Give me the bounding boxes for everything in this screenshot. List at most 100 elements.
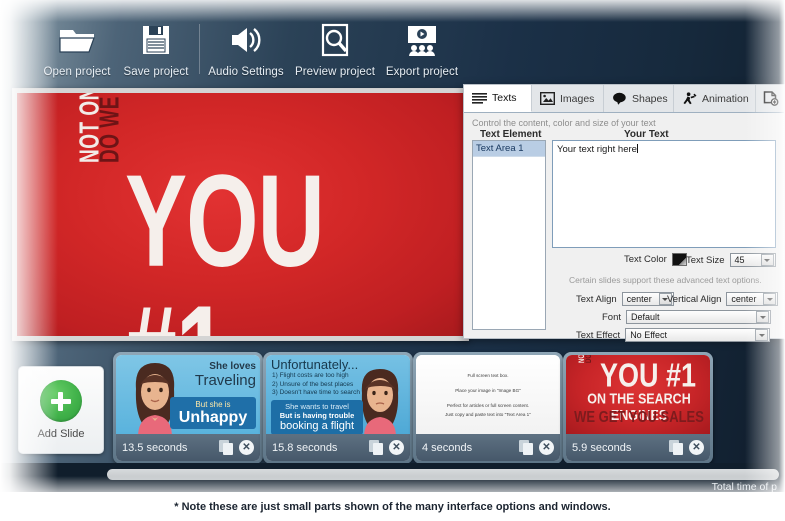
tab-images[interactable]: Images <box>532 85 604 112</box>
text-size-select[interactable]: 45 <box>729 253 776 267</box>
slide-2-list-item-1: 1) Flight costs are too high <box>272 372 349 379</box>
vertical-align-select[interactable]: center <box>726 292 779 306</box>
text-align-value: center <box>626 294 652 304</box>
delete-x-icon[interactable]: ✕ <box>689 440 704 455</box>
slide-thumbnail-4[interactable]: NOT ONLY DO WE GET YOU #1 ON THE SEARCH … <box>563 352 713 464</box>
tab-images-label: Images <box>560 92 595 105</box>
duplicate-icon[interactable] <box>519 440 534 455</box>
duplicate-icon[interactable] <box>369 440 384 455</box>
slide-1-duration: 13.5 seconds <box>122 441 188 454</box>
delete-x-icon[interactable]: ✕ <box>239 440 254 455</box>
chevron-down-icon[interactable] <box>756 311 770 323</box>
text-content-textarea[interactable]: Your text right here <box>552 140 776 248</box>
export-project-label: Export project <box>385 66 459 78</box>
slide-2-list-item-2: 2) Unsure of the best places <box>272 380 354 388</box>
text-properties-panel: Texts Images Shapes Animation Control th… <box>463 84 785 342</box>
list-item[interactable]: Text Area 1 <box>473 141 545 157</box>
slide-1-callout: But she is Unhappy <box>170 397 256 429</box>
slide-2-list-item-3: 3) Doesn't have time to search <box>272 389 360 396</box>
preview-project-button[interactable]: Preview project <box>288 20 382 78</box>
floppy-disk-icon <box>109 20 203 64</box>
slide-4-vertical-line-2: DO WE GET <box>586 355 596 363</box>
slide-2-list: 1) Flight costs are too high 2) Unsure o… <box>272 372 360 398</box>
slide-4-footer: 5.9 seconds ✕ <box>566 434 710 461</box>
text-align-select[interactable]: center <box>621 292 674 306</box>
duplicate-icon[interactable] <box>219 440 234 455</box>
text-effect-control[interactable]: Text Effect No Effect <box>576 328 771 342</box>
slide-2-title: Unfortunately... <box>271 357 359 372</box>
delete-x-icon[interactable]: ✕ <box>539 440 554 455</box>
slide-2-box-line-3: booking a flight <box>280 420 354 432</box>
slide-4-vertical-text: NOT ONLY DO WE GET <box>579 355 596 363</box>
preview-project-label: Preview project <box>294 66 376 78</box>
slide-1-artwork: She loves Traveling But she is Unhappy <box>116 355 260 434</box>
text-element-list[interactable]: Text Area 1 <box>472 140 546 330</box>
vertical-align-value: center <box>731 294 757 304</box>
tab-texts[interactable]: Texts <box>464 85 532 112</box>
add-slide-label: Add Slide <box>37 428 85 440</box>
slide-preview-stage[interactable]: NOT ONLY DO WE GET YOU #1 <box>12 88 469 341</box>
font-label: Font <box>602 311 622 323</box>
vertical-align-control[interactable]: Vertical Align center <box>667 292 779 306</box>
slide-1-line-2: Traveling <box>194 372 256 389</box>
slide-4-artwork: NOT ONLY DO WE GET YOU #1 ON THE SEARCH … <box>566 355 710 434</box>
vertical-align-label: Vertical Align <box>667 293 722 305</box>
panel-tab-bar: Texts Images Shapes Animation <box>464 85 784 113</box>
slide-thumbnail-2[interactable]: Unfortunately... 1) Flight costs are too… <box>263 352 413 464</box>
font-select[interactable]: Default <box>626 310 772 324</box>
text-size-control[interactable]: Text Size 45 <box>686 253 776 267</box>
slide-3-duration: 4 seconds <box>422 441 473 454</box>
tab-shapes[interactable]: Shapes <box>604 85 674 112</box>
chevron-down-icon[interactable] <box>760 254 774 266</box>
current-slide-canvas[interactable]: NOT ONLY DO WE GET YOU #1 <box>17 93 464 336</box>
chevron-down-icon[interactable] <box>755 329 769 341</box>
slide-2-box-line-1: She wants to travel <box>285 402 349 411</box>
duplicate-icon[interactable] <box>669 440 684 455</box>
delete-x-icon[interactable]: ✕ <box>389 440 404 455</box>
footer-caption-area: * Note these are just small parts shown … <box>0 492 785 521</box>
total-time-label: Total time of p <box>711 481 777 492</box>
running-person-icon <box>682 92 697 105</box>
export-project-button[interactable]: Export project <box>375 20 469 78</box>
column-header-text-element: Text Element <box>480 129 542 140</box>
slide-1-box-line-2: Unhappy <box>178 409 248 426</box>
chevron-down-icon[interactable] <box>763 293 777 305</box>
slide-vertical-text: NOT ONLY DO WE GET <box>75 93 125 163</box>
slide-3-footer: 4 seconds ✕ <box>416 434 560 461</box>
textarea-value: Your text right here <box>557 144 637 155</box>
slide-3-line-1: Full screen text box. <box>467 373 509 378</box>
slide-2-artwork: Unfortunately... 1) Flight costs are too… <box>266 355 410 434</box>
text-align-control[interactable]: Text Align center <box>576 292 674 306</box>
tab-animation[interactable]: Animation <box>674 85 756 112</box>
main-toolbar: Open project Save project Audio Settings… <box>0 6 470 84</box>
slide-thumbnail-1[interactable]: She loves Traveling But she is Unhappy 1… <box>113 352 263 464</box>
slide-strip-scrollbar[interactable] <box>107 469 779 480</box>
tab-animation-label: Animation <box>702 92 749 105</box>
slide-3-artwork: Full screen text box. Place your image i… <box>416 355 560 434</box>
add-slide-button[interactable]: Add Slide <box>18 366 104 454</box>
save-project-button[interactable]: Save project <box>109 20 203 78</box>
application-window: Open project Save project Audio Settings… <box>0 0 785 492</box>
slide-2-footer: 15.8 seconds ✕ <box>266 434 410 461</box>
text-color-control[interactable]: Text Color <box>624 253 687 266</box>
footer-caption: * Note these are just small parts shown … <box>174 500 611 513</box>
text-size-value: 45 <box>734 255 745 265</box>
picture-icon <box>540 92 555 105</box>
text-effect-select[interactable]: No Effect <box>625 328 771 342</box>
font-control[interactable]: Font Default <box>602 310 772 324</box>
slide-1-footer: 13.5 seconds ✕ <box>116 434 260 461</box>
text-color-swatch[interactable] <box>671 253 687 266</box>
slide-1-line-1: She loves <box>209 361 256 372</box>
slide-thumbnail-3[interactable]: Full screen text box. Place your image i… <box>413 352 563 464</box>
slide-4-headline: YOU #1 <box>600 356 697 394</box>
slide-3-line-3: Perfect for articles or full screen cont… <box>446 403 530 408</box>
column-header-your-text: Your Text <box>624 129 669 140</box>
add-page-button[interactable] <box>756 85 785 112</box>
magnifier-page-icon <box>288 20 382 64</box>
font-value: Default <box>631 312 660 322</box>
slide-vertical-line-2: DO WE GET <box>95 93 126 163</box>
audio-settings-button[interactable]: Audio Settings <box>199 20 293 78</box>
text-lines-icon <box>472 92 487 105</box>
advanced-options-note: Certain slides support these advanced te… <box>569 275 762 285</box>
slide-2-box-line-2: But is having trouble <box>279 411 355 420</box>
